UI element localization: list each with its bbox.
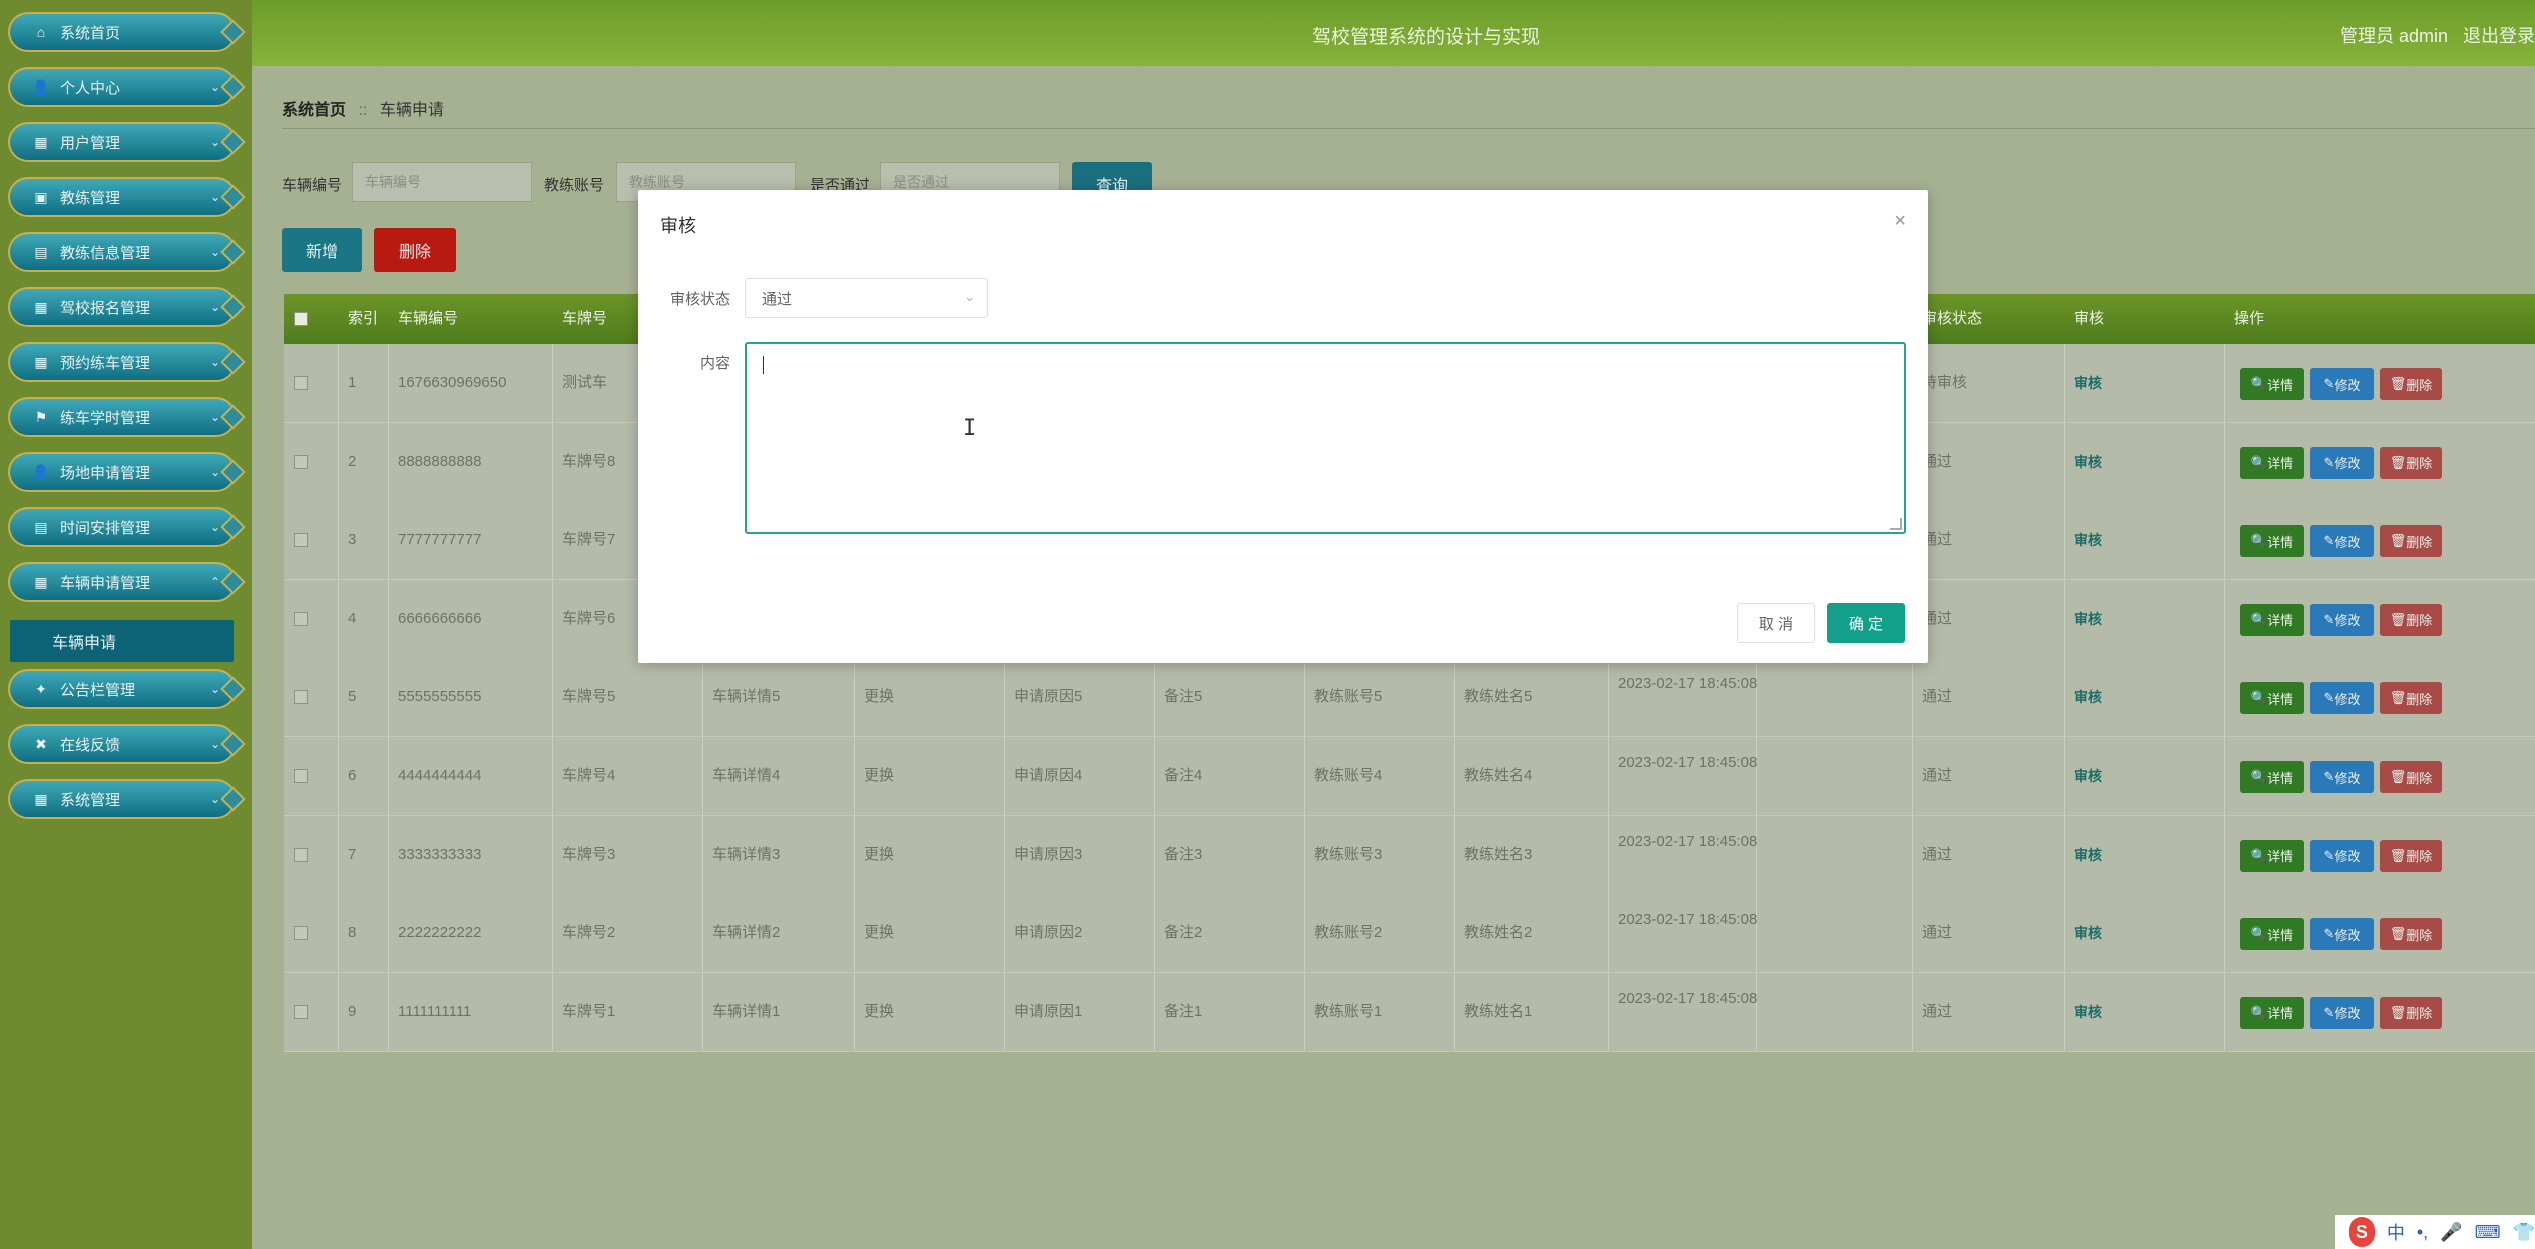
dialog-title: 审核 xyxy=(660,216,696,236)
confirm-button[interactable]: 确 定 xyxy=(1827,603,1905,643)
shirt-icon[interactable]: 👕 xyxy=(2513,1222,2535,1243)
punctuation-indicator[interactable]: •, xyxy=(2417,1222,2428,1243)
resize-handle-icon[interactable] xyxy=(1890,518,1902,530)
ime-mode-indicator[interactable]: 中 xyxy=(2387,1219,2405,1245)
chevron-down-icon: ⌄ xyxy=(964,289,975,304)
close-icon[interactable]: × xyxy=(1894,210,1906,233)
text-cursor-icon: I xyxy=(963,416,977,441)
cancel-button[interactable]: 取 消 xyxy=(1737,603,1815,643)
content-textarea[interactable]: I xyxy=(745,342,1906,534)
system-tray: S 中 •, 🎤 ⌨ 👕 xyxy=(2335,1215,2535,1249)
review-dialog: 审核 × 审核状态 通过 ⌄ 内容 I 取 消 确 定 xyxy=(638,190,1928,663)
content-label: 内容 xyxy=(699,355,730,372)
review-status-label: 审核状态 xyxy=(669,291,730,308)
text-caret xyxy=(763,356,764,374)
review-status-value: 通过 xyxy=(762,290,793,308)
review-status-select[interactable]: 通过 ⌄ xyxy=(745,278,988,318)
sogou-ime-icon[interactable]: S xyxy=(2349,1217,2375,1247)
microphone-icon[interactable]: 🎤 xyxy=(2440,1222,2462,1243)
keyboard-icon[interactable]: ⌨ xyxy=(2475,1222,2501,1243)
